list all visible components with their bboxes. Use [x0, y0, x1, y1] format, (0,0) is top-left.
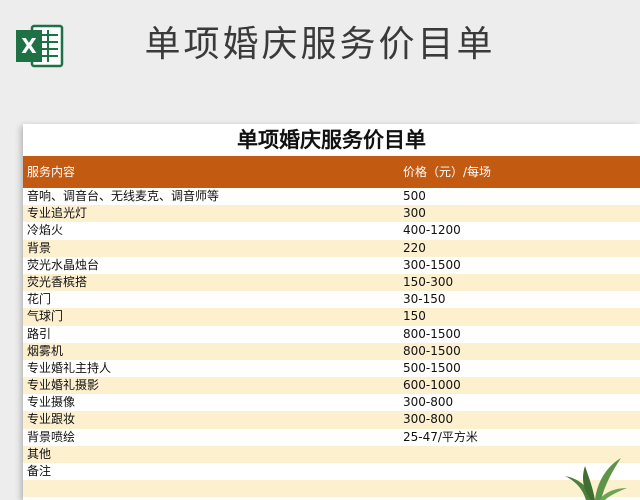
table-row: 专业追光灯 300	[23, 205, 640, 223]
sheet-title: 单项婚庆服务价目单	[237, 128, 426, 152]
service-cell: 专业追光灯	[27, 206, 88, 221]
spreadsheet: 单项婚庆服务价目单 服务内容 价格（元）/每场 音响、调音台、无线麦克、调音师等…	[23, 124, 640, 500]
service-cell: 专业跟妆	[27, 412, 76, 427]
service-cell: 荧光水晶烛台	[27, 257, 100, 272]
price-cell: 300-1500	[403, 257, 461, 272]
table-row: 其他	[23, 445, 640, 463]
price-cell: 400-1200	[403, 223, 461, 238]
table-row: 专业摄像 300-800	[23, 394, 640, 412]
service-cell: 专业摄像	[27, 395, 76, 410]
table-row: 烟雾机 800-1500	[23, 342, 640, 360]
table-row: 专业婚礼主持人 500-1500	[23, 359, 640, 378]
service-cell: 背景	[27, 240, 52, 255]
service-cell: 冷焰火	[27, 223, 64, 238]
service-cell: 其他	[27, 446, 52, 461]
table-body: 音响、调音台、无线麦克、调音师等 500 专业追光灯 300 冷焰火 400-1200 背景…	[23, 188, 640, 498]
banner-title: 单项婚庆服务价目单	[144, 24, 496, 65]
price-cell: 300-800	[403, 395, 454, 410]
table-row: 背景 220	[23, 239, 640, 257]
table-row: 备注	[23, 463, 640, 481]
price-cell: 150-300	[403, 274, 454, 289]
service-cell: 路引	[27, 326, 52, 341]
table-row: 专业婚礼摄影 600-1000	[23, 377, 640, 395]
service-cell: 专业婚礼摄影	[27, 378, 100, 393]
service-cell: 专业婚礼主持人	[27, 360, 112, 375]
table-row: 荧光水晶烛台 300-1500	[23, 256, 640, 274]
table-header: 服务内容 价格（元）/每场	[23, 156, 640, 188]
table-row: 专业跟妆 300-800	[23, 411, 640, 429]
service-cell: 背景喷绘	[27, 429, 76, 444]
table-row: 背景喷绘 25-47/平方米	[23, 428, 640, 446]
price-cell: 800-1500	[403, 326, 461, 341]
table-row: 荧光香槟搭 150-300	[23, 273, 640, 292]
price-cell: 800-1500	[403, 343, 461, 358]
price-cell: 300-800	[403, 412, 454, 427]
price-cell: 600-1000	[403, 378, 461, 393]
table-row: 音响、调音台、无线麦克、调音师等 500	[23, 188, 640, 206]
service-cell: 烟雾机	[27, 343, 64, 358]
service-cell: 荧光香槟搭	[27, 274, 88, 289]
column-header-service: 服务内容	[27, 165, 76, 179]
column-header-price: 价格（元）/每场	[403, 165, 492, 179]
table-row: 气球门 150	[23, 308, 640, 326]
service-cell: 花门	[27, 292, 52, 307]
service-cell: 备注	[27, 464, 52, 478]
price-cell: 500-1500	[403, 360, 461, 375]
table-row	[23, 480, 640, 498]
table-row: 冷焰火 400-1200	[23, 222, 640, 240]
price-cell: 220	[403, 240, 426, 255]
service-cell: 气球门	[27, 309, 64, 324]
price-cell: 500	[403, 189, 426, 203]
price-cell: 300	[403, 206, 426, 221]
table-row: 路引 800-1500	[23, 325, 640, 343]
banner: X 单项婚庆服务价目单	[0, 0, 640, 100]
price-cell: 150	[403, 309, 426, 324]
table-row: 花门 30-150	[23, 291, 640, 309]
plant-decoration	[565, 458, 627, 500]
price-cell: 25-47/平方米	[403, 429, 478, 444]
price-cell: 30-150	[403, 292, 446, 307]
service-cell: 音响、调音台、无线麦克、调音师等	[27, 189, 220, 203]
